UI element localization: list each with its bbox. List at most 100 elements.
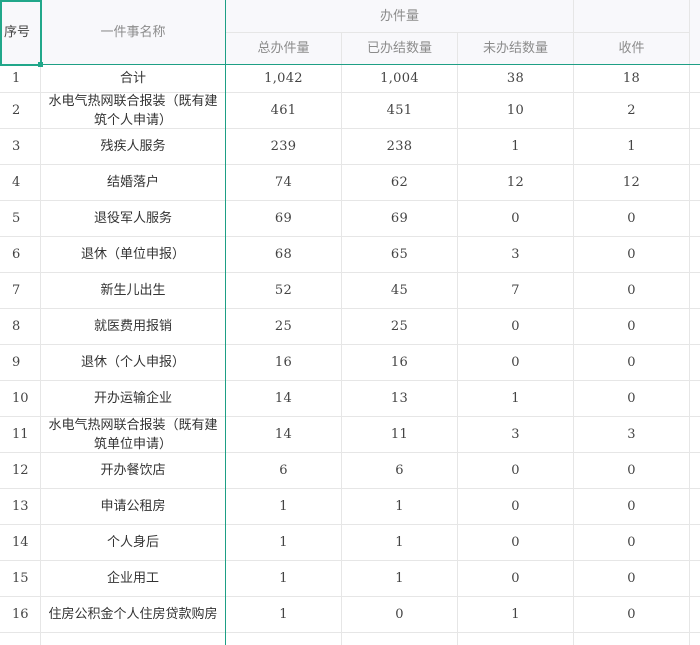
cell-overflow[interactable] <box>690 561 700 597</box>
cell-pending[interactable]: 0 <box>458 309 574 345</box>
cell-done[interactable]: 69 <box>342 201 458 237</box>
cell-seq[interactable]: 6 <box>0 237 41 273</box>
cell-total[interactable]: 239 <box>226 129 342 165</box>
header-group-blank[interactable] <box>574 0 690 33</box>
cell-name[interactable]: 申请公租房 <box>41 489 226 525</box>
cell-total[interactable]: 68 <box>226 237 342 273</box>
cell-received[interactable]: 0 <box>574 273 690 309</box>
cell-name[interactable]: 企业用工 <box>41 561 226 597</box>
selected-cell[interactable] <box>0 0 42 66</box>
cell-name[interactable]: 就医费用报销 <box>41 309 226 345</box>
cell-name[interactable]: 开办餐饮店 <box>41 453 226 489</box>
cell-seq[interactable]: 7 <box>0 273 41 309</box>
cell-done[interactable]: 25 <box>342 309 458 345</box>
cell-total[interactable]: 1 <box>226 489 342 525</box>
cell-seq[interactable]: 15 <box>0 561 41 597</box>
cell-name[interactable]: 合计 <box>41 65 226 93</box>
cell-received[interactable]: 0 <box>574 525 690 561</box>
cell-done[interactable]: 45 <box>342 273 458 309</box>
cell-overflow[interactable] <box>690 201 700 237</box>
cell-overflow[interactable] <box>690 309 700 345</box>
cell-received[interactable]: 0 <box>574 345 690 381</box>
header-name[interactable]: 一件事名称 <box>41 0 226 65</box>
cell-done[interactable]: 1 <box>342 489 458 525</box>
cell-empty[interactable] <box>0 633 41 645</box>
cell-pending[interactable]: 1 <box>458 129 574 165</box>
cell-name[interactable]: 水电气热网联合报装（既有建筑单位申请） <box>41 417 226 453</box>
cell-done[interactable]: 13 <box>342 381 458 417</box>
cell-pending[interactable]: 0 <box>458 489 574 525</box>
cell-total[interactable]: 14 <box>226 381 342 417</box>
cell-empty[interactable] <box>574 633 690 645</box>
cell-name[interactable]: 住房公积金个人住房贷款购房 <box>41 597 226 633</box>
cell-empty[interactable] <box>458 633 574 645</box>
cell-seq[interactable]: 13 <box>0 489 41 525</box>
header-group-workload[interactable]: 办件量 <box>226 0 574 33</box>
cell-received[interactable]: 0 <box>574 489 690 525</box>
cell-name[interactable]: 残疾人服务 <box>41 129 226 165</box>
cell-received[interactable]: 0 <box>574 237 690 273</box>
cell-name[interactable]: 开办运输企业 <box>41 381 226 417</box>
cell-received[interactable]: 0 <box>574 453 690 489</box>
cell-done[interactable]: 451 <box>342 93 458 129</box>
cell-seq[interactable]: 10 <box>0 381 41 417</box>
cell-done[interactable]: 1 <box>342 525 458 561</box>
cell-seq[interactable]: 9 <box>0 345 41 381</box>
cell-pending[interactable]: 0 <box>458 345 574 381</box>
header-col-done[interactable]: 已办结数量 <box>342 33 458 65</box>
cell-seq[interactable]: 3 <box>0 129 41 165</box>
cell-pending[interactable]: 3 <box>458 417 574 453</box>
cell-name[interactable]: 退休（单位申报） <box>41 237 226 273</box>
cell-overflow[interactable] <box>690 93 700 129</box>
cell-received[interactable]: 2 <box>574 93 690 129</box>
cell-pending[interactable]: 3 <box>458 237 574 273</box>
cell-name[interactable]: 结婚落户 <box>41 165 226 201</box>
cell-done[interactable]: 65 <box>342 237 458 273</box>
cell-total[interactable]: 1 <box>226 561 342 597</box>
cell-overflow[interactable] <box>690 65 700 93</box>
cell-overflow[interactable] <box>690 165 700 201</box>
cell-total[interactable]: 6 <box>226 453 342 489</box>
cell-name[interactable]: 水电气热网联合报装（既有建筑个人申请） <box>41 93 226 129</box>
cell-pending[interactable]: 0 <box>458 201 574 237</box>
cell-pending[interactable]: 10 <box>458 93 574 129</box>
cell-seq[interactable]: 1 <box>0 65 41 93</box>
cell-pending[interactable]: 38 <box>458 65 574 93</box>
header-col-total[interactable]: 总办件量 <box>226 33 342 65</box>
cell-overflow[interactable] <box>690 237 700 273</box>
cell-pending[interactable]: 1 <box>458 381 574 417</box>
cell-empty[interactable] <box>342 633 458 645</box>
cell-seq[interactable]: 11 <box>0 417 41 453</box>
cell-received[interactable]: 0 <box>574 309 690 345</box>
cell-received[interactable]: 0 <box>574 597 690 633</box>
cell-total[interactable]: 1 <box>226 597 342 633</box>
cell-done[interactable]: 16 <box>342 345 458 381</box>
cell-total[interactable]: 16 <box>226 345 342 381</box>
cell-name[interactable]: 新生儿出生 <box>41 273 226 309</box>
cell-pending[interactable]: 0 <box>458 561 574 597</box>
cell-seq[interactable]: 12 <box>0 453 41 489</box>
cell-received[interactable]: 0 <box>574 201 690 237</box>
cell-received[interactable]: 0 <box>574 381 690 417</box>
cell-pending[interactable]: 0 <box>458 453 574 489</box>
cell-total[interactable]: 69 <box>226 201 342 237</box>
cell-total[interactable]: 14 <box>226 417 342 453</box>
cell-done[interactable]: 6 <box>342 453 458 489</box>
cell-pending[interactable]: 12 <box>458 165 574 201</box>
cell-seq[interactable]: 14 <box>0 525 41 561</box>
cell-name[interactable]: 退休（个人申报） <box>41 345 226 381</box>
cell-name[interactable]: 个人身后 <box>41 525 226 561</box>
cell-overflow[interactable] <box>690 273 700 309</box>
cell-total[interactable]: 1 <box>226 525 342 561</box>
cell-overflow[interactable] <box>690 345 700 381</box>
cell-empty[interactable] <box>41 633 226 645</box>
cell-seq[interactable]: 8 <box>0 309 41 345</box>
cell-total[interactable]: 52 <box>226 273 342 309</box>
cell-empty[interactable] <box>226 633 342 645</box>
cell-received[interactable]: 12 <box>574 165 690 201</box>
fill-handle[interactable] <box>38 62 43 67</box>
cell-done[interactable]: 1,004 <box>342 65 458 93</box>
cell-done[interactable]: 11 <box>342 417 458 453</box>
cell-overflow[interactable] <box>690 381 700 417</box>
cell-empty[interactable] <box>690 633 700 645</box>
